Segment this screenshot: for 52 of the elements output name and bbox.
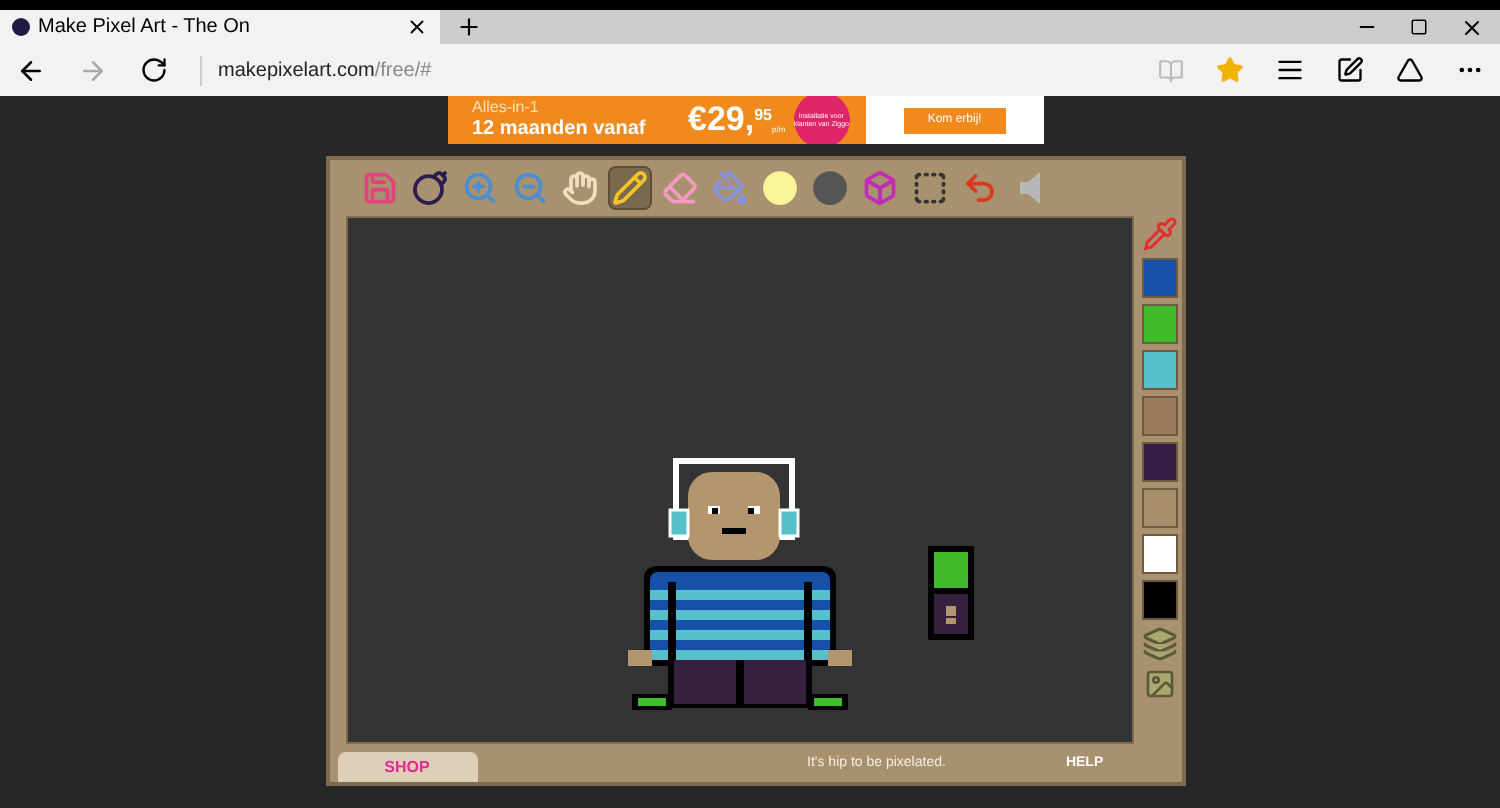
picture-icon[interactable] [1143,668,1175,700]
triangle-icon[interactable] [1396,56,1424,84]
ring-tool[interactable] [807,166,851,210]
menu-lines-icon[interactable] [1276,56,1304,84]
shop-tab[interactable]: SHOP [337,752,477,782]
hand-tool[interactable] [557,166,601,210]
ad-headline: Alles-in-1 [472,98,541,118]
refresh-icon[interactable] [140,56,168,84]
maximize-icon[interactable] [1410,18,1428,36]
cube-icon [861,170,897,206]
tab-title: Make Pixel Art - The On [38,14,252,42]
ad-offer: 12 maanden vanaf [472,118,648,142]
ad-price-cents: 95 [754,104,772,128]
zoom-in-icon [461,170,497,206]
color-swatch[interactable] [1141,258,1177,298]
new-tab-icon[interactable] [456,14,482,40]
circle-icon [761,170,797,206]
drawing-canvas[interactable] [345,216,1133,744]
back-icon[interactable] [16,55,46,85]
bomb-icon [411,170,447,206]
color-swatch[interactable] [1141,350,1177,390]
eyedropper-icon[interactable] [1141,216,1177,252]
color-swatch[interactable] [1141,534,1177,574]
close-window-icon[interactable] [1460,15,1484,39]
forward-icon[interactable] [78,55,108,85]
paint-bucket-icon [711,170,747,206]
color-swatch[interactable] [1141,442,1177,482]
star-icon[interactable] [1216,56,1244,84]
url-field[interactable]: makepixelart.com/free/# [218,55,432,85]
handheld-device-drawing [927,546,973,640]
close-tab-icon[interactable] [406,16,428,38]
pencil-icon [611,170,647,206]
pen-square-icon[interactable] [1336,56,1364,84]
speaker-icon [1019,172,1039,204]
browser-tab[interactable]: Make Pixel Art - The On [0,10,440,44]
circle-tool[interactable] [757,166,801,210]
book-icon[interactable] [1158,57,1184,83]
favicon-icon [12,18,30,36]
layers-icon[interactable] [1141,626,1177,662]
color-swatch[interactable] [1141,488,1177,528]
color-swatch[interactable] [1141,396,1177,436]
hand-icon [561,170,597,206]
undo-icon [961,170,997,206]
bomb-tool[interactable] [407,166,451,210]
zoom-out-icon [511,170,547,206]
save-icon [361,170,397,206]
color-swatch[interactable] [1141,304,1177,344]
color-swatch[interactable] [1141,580,1177,620]
eraser-icon [661,170,697,206]
ad-price: €29, [688,98,755,143]
dashed-square-icon [911,170,947,206]
pencil-tool[interactable] [607,166,651,210]
